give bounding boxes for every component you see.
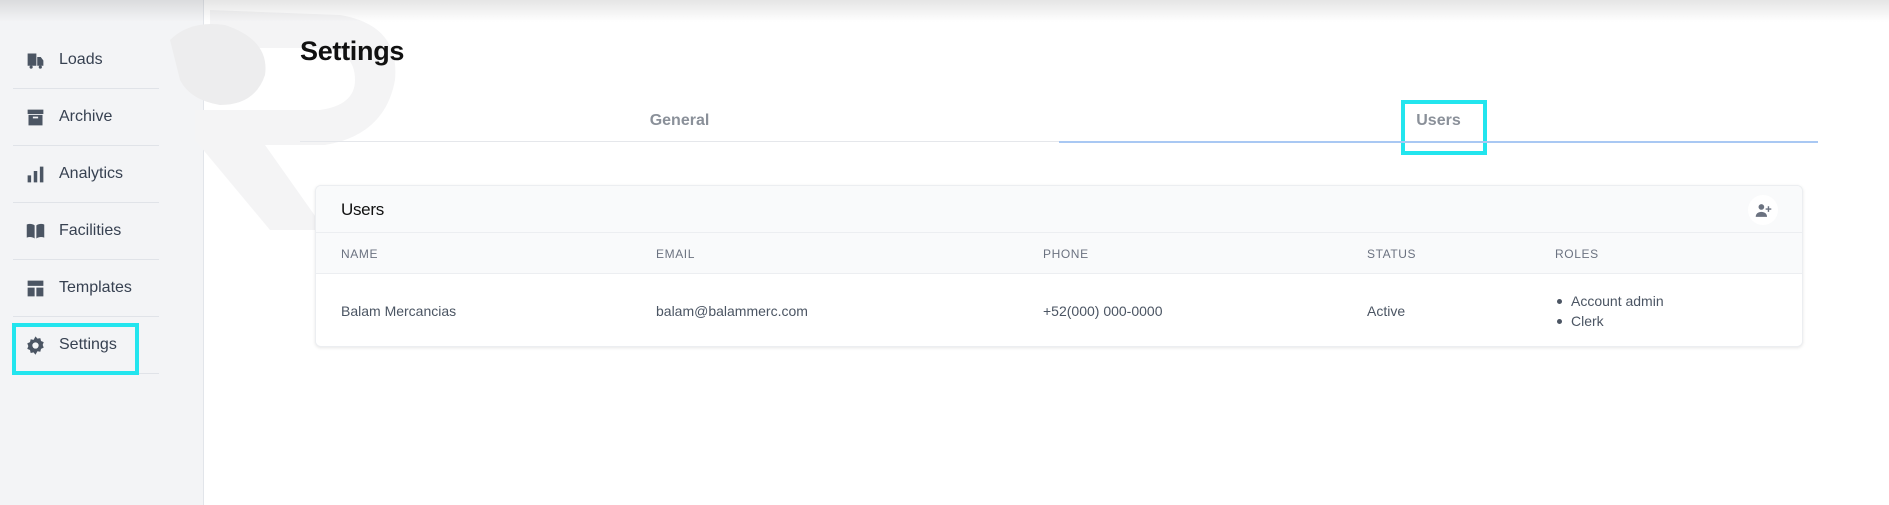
- card-header: Users: [316, 186, 1802, 233]
- sidebar-item-label: Archive: [59, 108, 113, 125]
- sidebar: Loads Archive Analytics Facilities Templ…: [0, 0, 204, 505]
- page-title: Settings: [300, 36, 405, 66]
- sidebar-item-label: Settings: [59, 336, 117, 353]
- tab-users[interactable]: Users: [1059, 100, 1818, 155]
- book-open-icon: [25, 221, 46, 242]
- sidebar-item-loads[interactable]: Loads: [13, 32, 159, 89]
- sidebar-nav: Loads Archive Analytics Facilities Templ…: [12, 32, 159, 375]
- gear-icon: [25, 335, 46, 356]
- tab-general[interactable]: General: [300, 100, 1059, 142]
- truck-icon: [25, 50, 46, 71]
- column-header-status[interactable]: Status: [1367, 247, 1416, 261]
- card-title: Users: [341, 200, 384, 219]
- settings-tabs: General Users: [300, 100, 1818, 155]
- user-phone: +52(000) 000-0000: [1043, 303, 1163, 319]
- sidebar-item-archive[interactable]: Archive: [13, 89, 159, 146]
- table-header: Name Email Phone Status Roles: [316, 233, 1802, 274]
- tab-label: Users: [1401, 100, 1489, 155]
- tab-label: General: [649, 112, 710, 129]
- role-item: Clerk: [1555, 311, 1664, 331]
- top-shadow: [0, 0, 1889, 22]
- sidebar-item-settings[interactable]: Settings: [12, 317, 159, 375]
- app-window: Loads Archive Analytics Facilities Templ…: [0, 0, 1889, 505]
- active-tab-indicator: [1059, 141, 1818, 143]
- column-header-roles[interactable]: Roles: [1555, 247, 1599, 261]
- column-header-email[interactable]: Email: [656, 247, 695, 261]
- template-layout-icon: [25, 278, 46, 299]
- sidebar-item-label: Facilities: [59, 222, 122, 239]
- sidebar-item-label: Templates: [59, 279, 132, 296]
- user-name: Balam Mercancias: [341, 303, 457, 319]
- add-user-icon: [1755, 203, 1771, 217]
- sidebar-item-templates[interactable]: Templates: [13, 260, 159, 317]
- archive-box-icon: [25, 107, 46, 128]
- user-email: balam@balammerc.com: [656, 303, 808, 319]
- user-status: Active: [1367, 303, 1406, 319]
- sidebar-item-label: Analytics: [59, 165, 124, 182]
- role-item: Account admin: [1555, 291, 1664, 311]
- column-header-name[interactable]: Name: [341, 247, 378, 261]
- sidebar-item-analytics[interactable]: Analytics: [13, 146, 159, 203]
- bar-chart-icon: [25, 164, 46, 185]
- sidebar-item-label: Loads: [59, 51, 103, 68]
- add-user-button[interactable]: [1748, 195, 1778, 225]
- users-card: Users Name Email Phone Status Roles Bala…: [315, 185, 1803, 347]
- sidebar-item-facilities[interactable]: Facilities: [13, 203, 159, 260]
- user-roles-list: Account admin Clerk: [1555, 291, 1664, 331]
- column-header-phone[interactable]: Phone: [1043, 247, 1089, 261]
- table-row[interactable]: Balam Mercancias balam@balammerc.com +52…: [316, 275, 1802, 346]
